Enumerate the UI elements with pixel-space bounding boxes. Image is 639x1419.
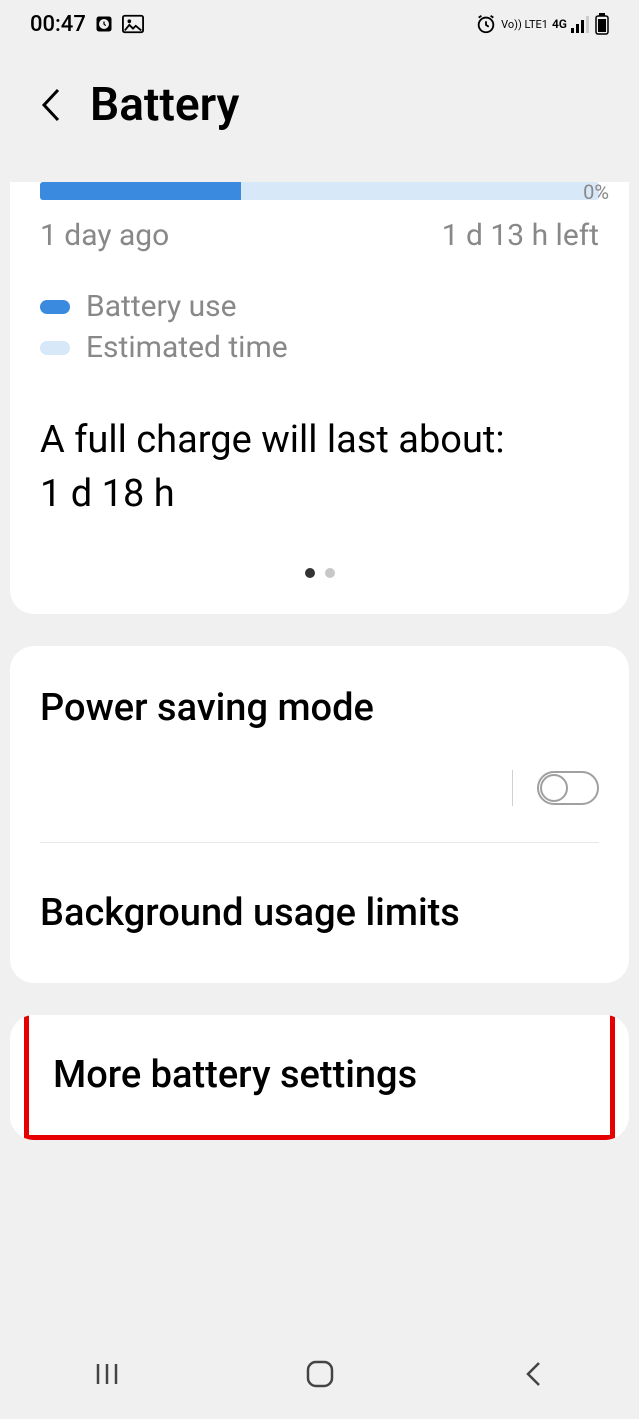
status-bar: 00:47 Vo)) LTE1 4G [0,0,639,48]
more-battery-settings[interactable]: More battery settings [29,1015,610,1135]
status-time: 00:47 [30,12,86,37]
battery-percent: 0% [583,182,609,204]
signal-icon [571,15,591,33]
dot-1 [305,568,315,578]
power-saving-toggle[interactable] [537,771,599,805]
battery-time-since: 1 day ago [40,218,169,253]
recent-icon [94,1361,120,1387]
chevron-left-icon [38,86,62,124]
home-icon [305,1359,335,1389]
full-charge-value: 1 d 18 h [40,472,599,516]
legend-swatch-est [40,341,70,355]
battery-info-card: 0% 1 day ago 1 d 13 h left Battery use E… [10,182,629,614]
legend-battery-use: Battery use [40,289,599,324]
toggle-divider [512,770,513,806]
more-settings-card: More battery settings [10,1015,629,1140]
legend-estimated-time: Estimated time [40,330,599,365]
page-indicator[interactable] [10,568,629,578]
nav-back-button[interactable] [513,1354,553,1394]
power-saving-mode[interactable]: Power saving mode [10,646,629,770]
clock-icon [94,14,114,34]
app-header: Battery [0,48,639,182]
volte-indicator: Vo)) LTE1 [501,19,548,30]
network-type: 4G [552,17,567,31]
battery-time-left: 1 d 13 h left [442,218,599,253]
page-title: Battery [90,78,239,132]
back-button[interactable] [38,86,62,124]
full-charge-label: A full charge will last about: [40,415,599,466]
home-button[interactable] [300,1354,340,1394]
recent-apps-button[interactable] [87,1354,127,1394]
navigation-bar [0,1329,639,1419]
dot-2 [325,568,335,578]
chevron-left-icon [523,1360,543,1388]
image-icon [122,14,144,34]
legend-swatch-use [40,300,70,314]
alarm-icon [475,13,497,35]
background-usage-limits[interactable]: Background usage limits [10,843,629,983]
battery-usage-bar [40,182,599,200]
battery-status-icon [595,13,609,35]
settings-card: Power saving mode Background usage limit… [10,646,629,983]
